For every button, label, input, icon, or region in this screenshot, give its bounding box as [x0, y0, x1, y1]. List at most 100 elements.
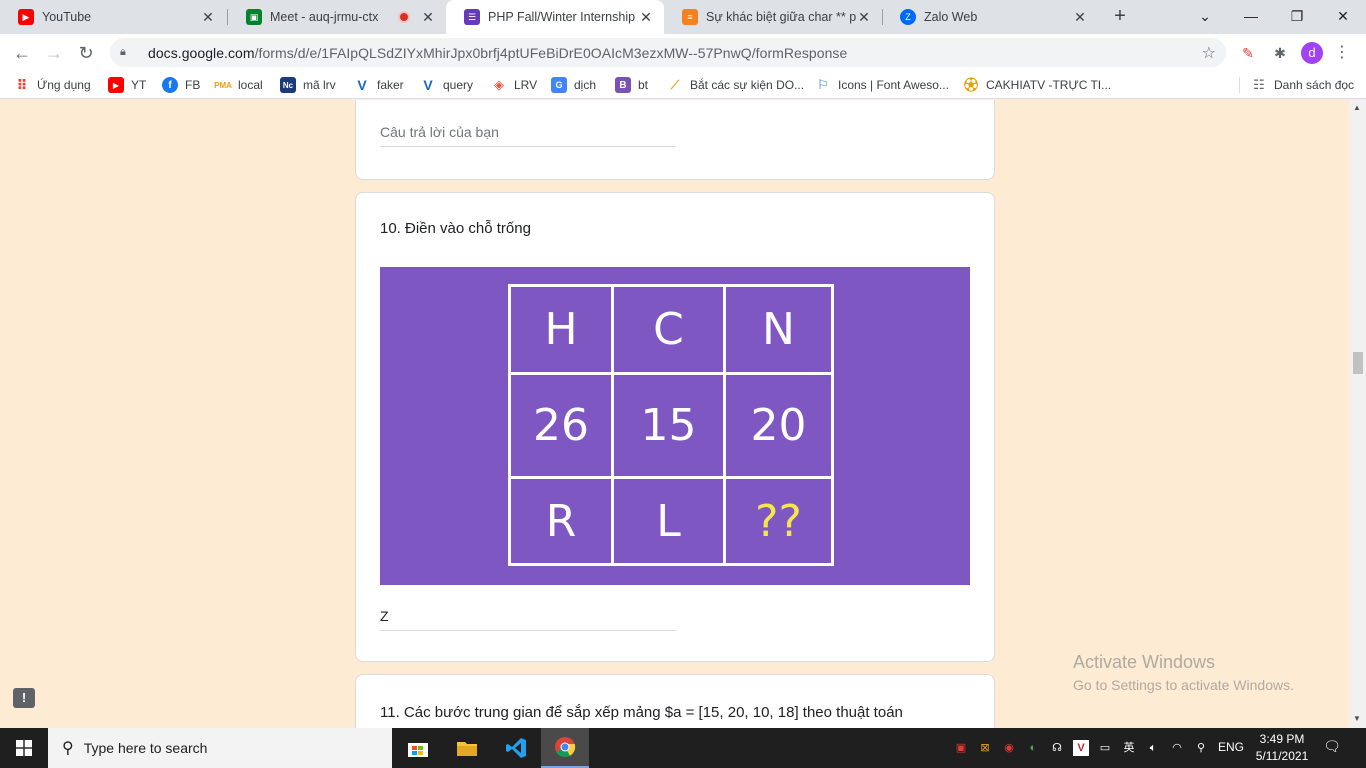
microphone-icon[interactable]: ⚲	[1193, 740, 1209, 756]
wifi-icon[interactable]: ◠	[1169, 740, 1185, 756]
question-image: H C N 26 15 20 R L ??	[380, 267, 970, 585]
bookmark-cakhiatv[interactable]: ⚽︎ CAKHIATV -TRỰC TI...	[963, 75, 1111, 95]
store-app[interactable]	[394, 728, 442, 768]
close-window-button[interactable]: ✕	[1320, 0, 1366, 34]
tab-title: Meet - auq-jrmu-ctx	[270, 10, 379, 24]
close-tab-icon[interactable]: ✕	[1072, 9, 1088, 26]
bookmark-label: Icons | Font Aweso...	[838, 78, 949, 92]
tab-strip: ▶ YouTube ✕ ▣ Meet - auq-jrmu-ctx ✕ ☰ PH…	[0, 0, 1366, 34]
facebook-icon: f	[162, 77, 178, 93]
input-method-icon[interactable]: 英	[1121, 740, 1137, 756]
clock[interactable]: 3:49 PM 5/11/2021	[1253, 731, 1311, 765]
reading-list-icon: ☷	[1253, 77, 1265, 92]
app-tray-icon[interactable]: ⊠	[977, 740, 993, 756]
lock-icon[interactable]: 🔒︎	[120, 46, 136, 59]
language-indicator[interactable]: ENG	[1218, 740, 1244, 754]
bookmark-faker[interactable]: Vfaker	[354, 75, 403, 95]
display-tray-icon[interactable]: ▭	[1097, 740, 1113, 756]
zalo-icon: Z	[900, 9, 916, 25]
bookmark-font-awesome[interactable]: ⚐ Icons | Font Aweso...	[815, 75, 949, 95]
app-tray-icon[interactable]: ☊	[1049, 740, 1065, 756]
tab-search-button[interactable]: ⌄	[1182, 0, 1228, 34]
puzzle-cell: 15	[640, 400, 697, 451]
clock-time: 3:49 PM	[1259, 732, 1305, 746]
volume-icon[interactable]: 🔈︎	[1145, 740, 1161, 756]
bookmark-local[interactable]: PMA local	[214, 75, 263, 95]
apps-grid-icon: ⠿	[16, 76, 28, 93]
puzzle-cell: H	[544, 304, 578, 355]
address-bar[interactable]: 🔒︎ docs.google.com/forms/d/e/1FAIpQLSdZI…	[110, 38, 1226, 67]
back-button[interactable]: ←	[10, 41, 34, 65]
close-tab-icon[interactable]: ✕	[856, 9, 872, 26]
ball-icon: ⚽︎	[964, 77, 978, 93]
bookmark-ma-lrv[interactable]: Nc mã lrv	[280, 75, 336, 95]
bookmark-label: bt	[638, 78, 649, 92]
acrobat-tray-icon[interactable]: ▣	[953, 740, 969, 756]
close-tab-icon[interactable]: ✕	[638, 9, 654, 26]
close-tab-icon[interactable]: ✕	[420, 9, 436, 26]
bookmark-apps[interactable]: ⠿ Ứng dụng	[14, 75, 91, 95]
question-card-10: 10. Điền vào chỗ trống H C N 26 15 20 R …	[355, 192, 995, 662]
notifications-icon[interactable]: 🗨︎	[1322, 738, 1342, 758]
puzzle-cell: C	[653, 304, 684, 355]
search-placeholder: Type here to search	[83, 740, 208, 756]
kebab-menu-icon[interactable]: ⋮	[1334, 42, 1350, 62]
laravel-icon: ◈	[494, 77, 504, 92]
new-tab-button[interactable]: +	[1108, 5, 1132, 29]
start-button[interactable]	[0, 728, 48, 768]
meet-icon: ▣	[246, 9, 262, 25]
bookmark-icon: ⟋	[670, 77, 680, 92]
nc-icon: Nc	[280, 77, 296, 93]
taskbar-search[interactable]: ⚲ Type here to search	[48, 728, 392, 768]
bookmark-fb[interactable]: f FB	[162, 75, 200, 95]
url-text[interactable]: docs.google.com/forms/d/e/1FAIpQLSdZIYxM…	[148, 45, 847, 61]
answer-input[interactable]: Z	[380, 608, 676, 631]
puzzle-cell: 20	[750, 400, 807, 451]
extensions-puzzle-icon[interactable]: ✱	[1270, 43, 1290, 63]
bookmark-label: Bắt các sự kiện DO...	[690, 78, 805, 92]
scroll-down-arrow[interactable]: ▼	[1353, 714, 1361, 723]
bookmark-label: mã lrv	[303, 78, 336, 92]
bookmark-query[interactable]: Vquery	[420, 75, 473, 95]
tab-stackoverflow[interactable]: ≡ Sự khác biệt giữa char ** ptr ✕	[664, 0, 882, 34]
question-title: 10. Điền vào chỗ trống	[380, 220, 531, 237]
browser-toolbar: ← → ↻ 🔒︎ docs.google.com/forms/d/e/1FAIp…	[0, 34, 1366, 71]
tab-php-internship[interactable]: ☰ PHP Fall/Winter Internship 2021 ✕	[446, 0, 664, 34]
file-explorer-app[interactable]	[443, 728, 491, 768]
extension-icon[interactable]: ✎	[1238, 43, 1258, 63]
tab-youtube[interactable]: ▶ YouTube ✕	[0, 0, 226, 34]
tab-meet[interactable]: ▣ Meet - auq-jrmu-ctx ✕	[228, 0, 446, 34]
vscode-app[interactable]	[492, 728, 540, 768]
reload-button[interactable]: ↻	[74, 41, 98, 65]
forward-button[interactable]: →	[42, 41, 66, 65]
app-tray-icon[interactable]: V	[1073, 740, 1089, 756]
answer-input[interactable]: Câu trả lời của bạn	[380, 124, 676, 147]
profile-avatar[interactable]: d	[1301, 42, 1323, 64]
bookmark-dich[interactable]: Gdịch	[551, 75, 596, 95]
app-tray-icon[interactable]: ◉	[1001, 740, 1017, 756]
restore-button[interactable]: ❐	[1274, 0, 1320, 34]
scrollbar-thumb[interactable]	[1353, 352, 1363, 374]
feedback-icon[interactable]: !	[13, 688, 35, 708]
bookmark-lrv[interactable]: ◈ LRV	[491, 75, 537, 95]
bookmark-label: dịch	[574, 78, 597, 92]
tab-title: Sự khác biệt giữa char ** ptr	[706, 10, 856, 24]
bookmark-dom-events[interactable]: ⟋ Bắt các sự kiện DO...	[667, 75, 804, 95]
folder-icon	[457, 742, 477, 756]
youtube-icon: ▶	[108, 77, 124, 93]
chrome-app[interactable]	[541, 728, 589, 768]
youtube-icon: ▶	[18, 9, 34, 25]
bookmark-bt[interactable]: Bbt	[615, 75, 648, 95]
url-host: docs.google.com	[148, 44, 255, 61]
minimize-button[interactable]: —	[1228, 0, 1274, 34]
app-tray-icon[interactable]: ◐	[1025, 740, 1041, 756]
bookmark-yt[interactable]: ▶ YT	[108, 75, 146, 95]
close-tab-icon[interactable]: ✕	[200, 9, 216, 26]
tab-zalo[interactable]: Z Zalo Web ✕	[882, 0, 1098, 34]
url-path: /forms/d/e/1FAIpQLSdZIYxMhirJpx0brfj4ptU…	[254, 44, 848, 61]
reading-list-button[interactable]: ☷ Danh sách đọc	[1251, 75, 1354, 95]
page-scrollbar[interactable]: ▲ ▼	[1350, 100, 1366, 728]
scroll-up-arrow[interactable]: ▲	[1353, 103, 1361, 112]
puzzle-cell: 26	[533, 400, 589, 451]
bookmark-star-icon[interactable]: ☆	[1202, 43, 1216, 63]
